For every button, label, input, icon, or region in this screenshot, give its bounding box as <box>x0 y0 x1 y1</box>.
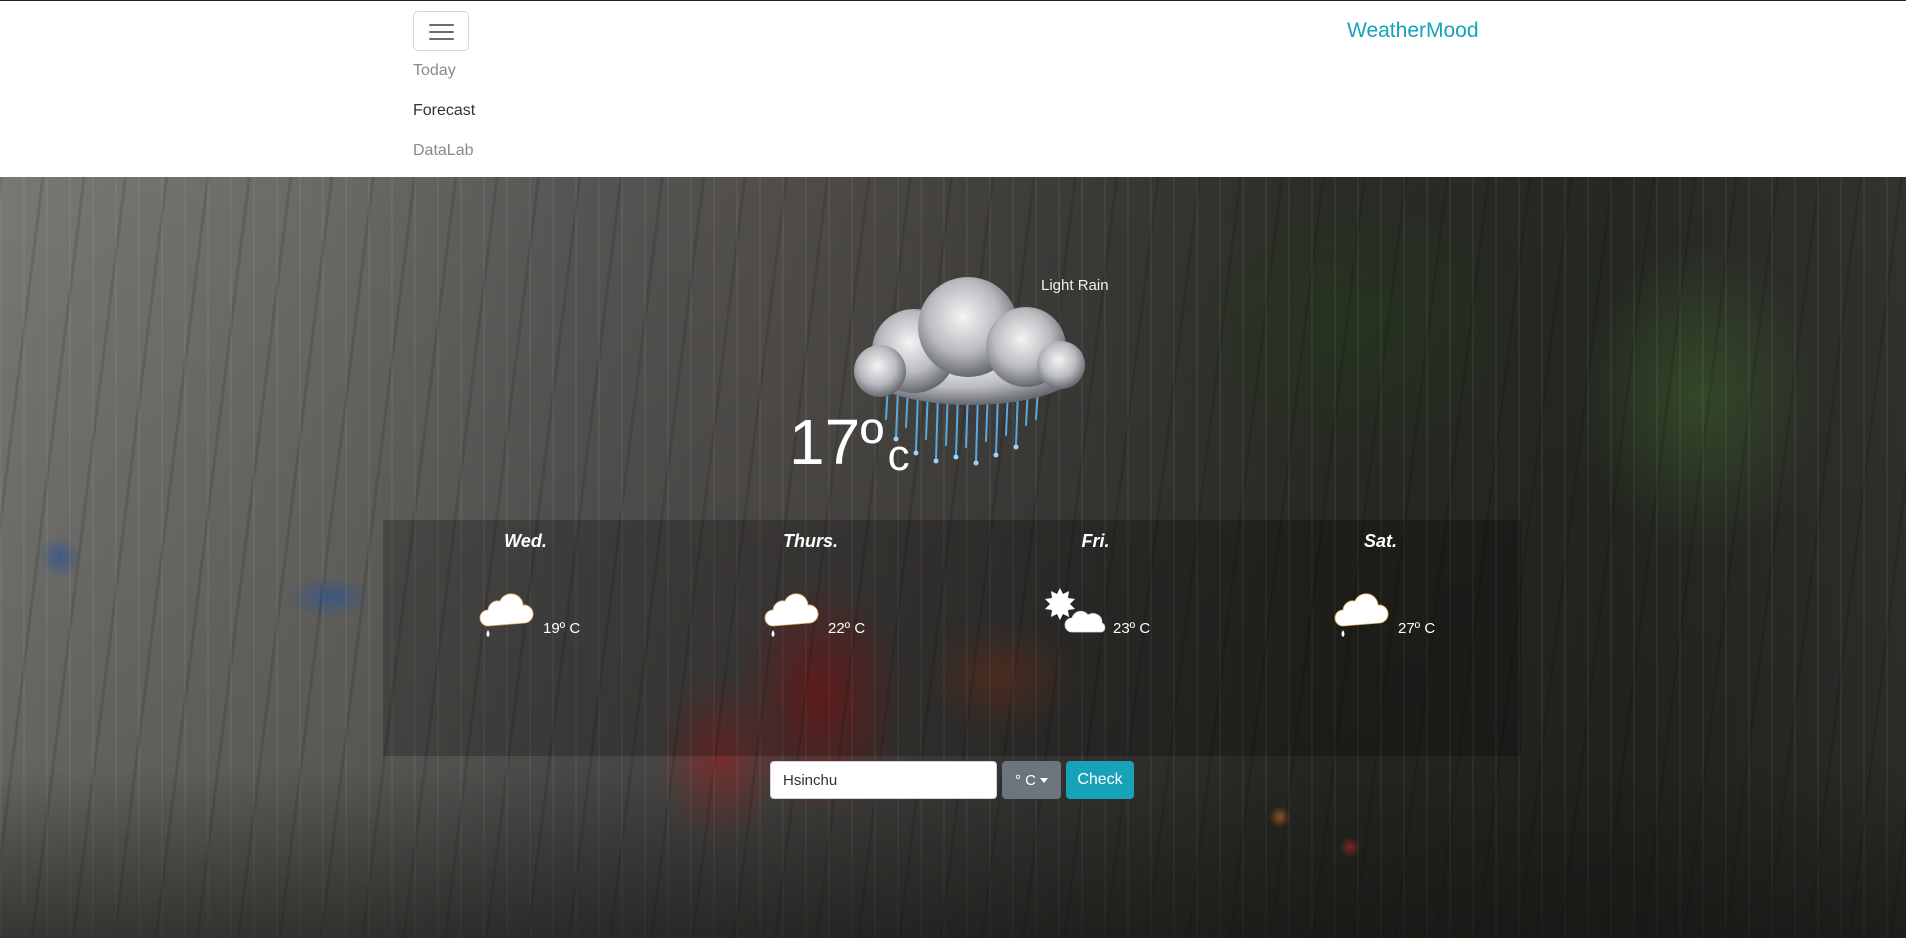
forecast-temp: 23º C <box>1113 620 1151 637</box>
menu-toggle-button[interactable] <box>413 11 469 51</box>
forecast-panel: Wed. 19º C Thurs. 22º C Fri. 23º C Sat. … <box>383 520 1521 756</box>
current-temperature: 17ºc <box>789 410 910 478</box>
rain-cloud-icon <box>753 578 825 645</box>
forecast-day-thurs: Thurs. 22º C <box>668 520 953 756</box>
check-button[interactable]: Check <box>1066 761 1134 799</box>
rain-cloud-icon <box>1323 578 1395 645</box>
navbar: WeatherMood Today Forecast DataLab <box>0 0 1906 177</box>
unit-dropdown-label: ° C <box>1015 771 1036 789</box>
city-search-form: ° C Check <box>770 761 1134 799</box>
forecast-day-sat: Sat. 27º C <box>1238 520 1523 756</box>
brand-link[interactable]: WeatherMood <box>1347 19 1479 43</box>
menu-icon-bar <box>429 38 454 40</box>
unit-dropdown-button[interactable]: ° C <box>1002 761 1061 799</box>
city-input[interactable] <box>770 761 997 799</box>
forecast-day-name: Sat. <box>1363 531 1397 551</box>
rainy-background: Light Rain 17ºc Wed. 19º C Thurs. 22º C … <box>0 177 1906 938</box>
forecast-temp: 27º C <box>1398 620 1436 637</box>
menu-icon-bar <box>429 24 454 26</box>
forecast-day-name: Thurs. <box>782 531 838 551</box>
caret-down-icon <box>1040 777 1048 783</box>
forecast-day-wed: Wed. 19º C <box>383 520 668 756</box>
nav-menu: Today Forecast DataLab <box>413 59 475 179</box>
menu-icon-bar <box>429 31 454 33</box>
current-temp-unit: c <box>887 431 910 480</box>
forecast-temp: 19º C <box>543 620 581 637</box>
current-temp-value: 17º <box>789 406 884 478</box>
nav-item-forecast[interactable]: Forecast <box>413 99 475 139</box>
partly-sunny-icon <box>1038 578 1110 645</box>
forecast-day-name: Fri. <box>1081 531 1110 551</box>
current-weather: Light Rain 17ºc <box>0 177 1906 478</box>
forecast-temp: 22º C <box>828 620 866 637</box>
forecast-day-fri: Fri. 23º C <box>953 520 1238 756</box>
current-condition: Light Rain <box>1041 277 1109 294</box>
forecast-day-name: Wed. <box>504 531 547 551</box>
nav-item-today[interactable]: Today <box>413 59 475 99</box>
rain-cloud-icon <box>468 578 540 645</box>
nav-item-datalab[interactable]: DataLab <box>413 139 475 179</box>
